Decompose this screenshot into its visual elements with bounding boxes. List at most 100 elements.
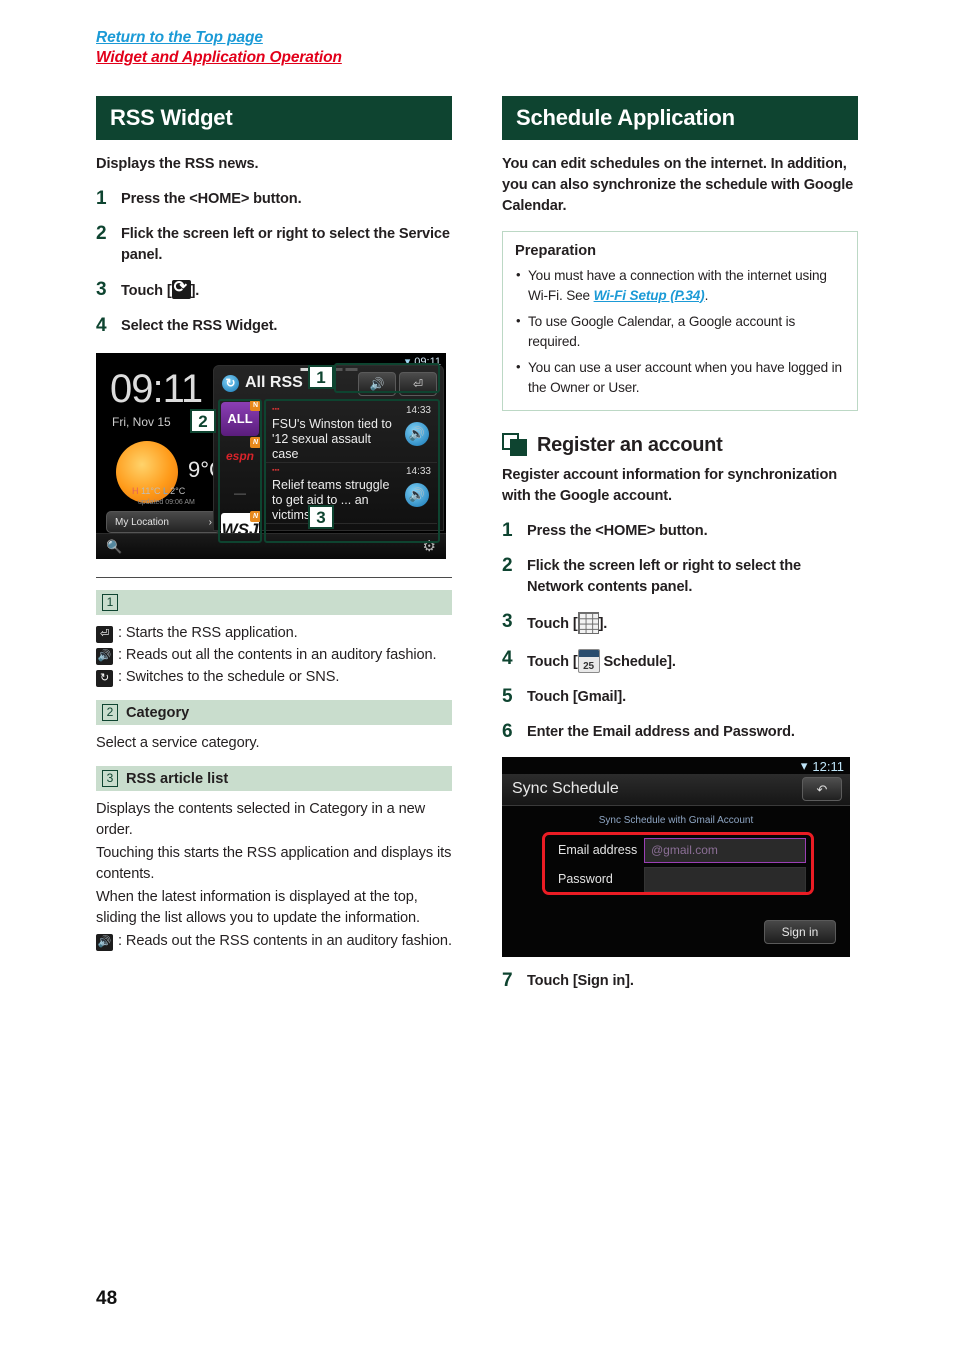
- rss-widget-lead: Displays the RSS news.: [96, 156, 259, 172]
- step-text-before: Touch [: [527, 616, 578, 632]
- step-text: Touch [].: [121, 277, 200, 302]
- step-number: 7: [502, 970, 513, 991]
- icon-description-text: : Reads out the RSS contents in an audit…: [118, 933, 452, 949]
- explanation-body-3: Displays the contents selected in Catego…: [96, 799, 452, 952]
- explanation-title: RSS article list: [126, 770, 229, 787]
- step-number: 6: [502, 721, 513, 742]
- icon-description-text: : Starts the RSS application.: [118, 625, 298, 641]
- rss-panel-title-label: All RSS: [245, 374, 303, 391]
- sync-icon: ↻: [96, 670, 113, 687]
- screen-title-bar: Sync Schedule ↶: [502, 774, 850, 806]
- explanation-body-1: ⏎ : Starts the RSS application. 🔊 : Read…: [96, 623, 452, 688]
- callout-box-1: [334, 363, 440, 393]
- register-step-5: 5 Touch [Gmail].: [502, 687, 858, 708]
- section-divider: [96, 577, 452, 578]
- device-date: Fri, Nov 15: [112, 415, 171, 429]
- icon-description-line: ↻ : Switches to the schedule or SNS.: [96, 667, 452, 688]
- schedule-application-section-header: Schedule Application: [502, 96, 858, 140]
- register-step-4: 4 Touch [ 25 Schedule].: [502, 649, 858, 673]
- step-text-after: ].: [190, 283, 200, 299]
- callout-number-3: 3: [308, 505, 334, 529]
- step-number: 3: [502, 611, 513, 632]
- widget-application-operation-link[interactable]: Widget and Application Operation: [96, 48, 342, 68]
- speaker-all-icon: 🔊: [96, 648, 113, 665]
- step-number: 3: [96, 279, 107, 300]
- explanation-number: 2: [102, 704, 118, 721]
- highlight-box-credentials: [542, 832, 814, 895]
- step-number: 1: [502, 520, 513, 541]
- rss-app-icon: ⏎: [96, 626, 113, 643]
- sync-icon: [171, 277, 191, 299]
- my-location-button[interactable]: My Location ›: [106, 511, 221, 533]
- explanation-paragraph: Select a service category.: [96, 735, 260, 751]
- step-number: 2: [96, 223, 107, 244]
- screen-subtitle: Sync Schedule with Gmail Account: [598, 815, 754, 826]
- step-1: 1 Press the <HOME> button.: [96, 189, 452, 210]
- map-search-icon[interactable]: 🔍: [106, 539, 122, 555]
- step-4: 4 Select the RSS Widget.: [96, 316, 452, 337]
- calendar-icon: 25: [577, 649, 600, 673]
- icon-description-line: ⏎ : Starts the RSS application.: [96, 623, 452, 644]
- step-text: Press the <HOME> button.: [121, 191, 302, 207]
- rss-widget-screenshot: ▾ 09:11 09:11 Fri, Nov 15 9°C H 11°C L 2…: [96, 353, 446, 559]
- schedule-application-lead: You can edit schedules on the internet. …: [502, 156, 854, 214]
- step-text: Flick the screen left or right to select…: [527, 558, 801, 595]
- preparation-box: Preparation You must have a connection w…: [502, 231, 858, 411]
- top-links: Return to the Top page Widget and Applic…: [96, 28, 342, 68]
- return-to-top-link[interactable]: Return to the Top page: [96, 28, 342, 48]
- step-text-before: Touch [: [121, 283, 172, 299]
- weather-updated: updated 09:06 AM: [138, 499, 195, 506]
- device-status-bar: ▾ 12:11: [801, 758, 844, 774]
- temp-low-label: L: [162, 486, 168, 496]
- status-time: 12:11: [812, 758, 844, 774]
- step-text: Flick the screen left or right to select…: [121, 226, 450, 263]
- register-step-3: 3 Touch [].: [502, 612, 858, 635]
- sign-in-button[interactable]: Sign in: [764, 920, 836, 944]
- icon-description-line: 🔊 : Reads out all the contents in an aud…: [96, 645, 452, 666]
- preparation-item: You can use a user account when you have…: [515, 357, 845, 397]
- sync-schedule-screenshot: ▾ 12:11 Sync Schedule ↶ Sync Schedule wi…: [502, 757, 850, 957]
- screen-title: Sync Schedule: [512, 780, 619, 797]
- step-text: Touch [].: [527, 612, 607, 635]
- step-number: 4: [96, 315, 107, 336]
- step-text: Select the RSS Widget.: [121, 318, 278, 334]
- step-text-after: ].: [598, 616, 608, 632]
- callout-box-3: [264, 399, 440, 543]
- left-column: RSS Widget Displays the RSS news. 1 Pres…: [96, 96, 452, 953]
- step-2: 2 Flick the screen left or right to sele…: [96, 224, 452, 266]
- explanation-paragraph: Displays the contents selected in Catego…: [96, 801, 426, 838]
- back-arrow-icon[interactable]: ↶: [802, 777, 842, 801]
- two-squares-icon: [502, 433, 528, 457]
- step-text: Enter the Email address and Password.: [527, 724, 795, 740]
- step-number: 2: [502, 555, 513, 576]
- preparation-item: You must have a connection with the inte…: [515, 265, 845, 305]
- chevron-right-icon: ›: [208, 516, 212, 528]
- callout-number-1: 1: [308, 365, 334, 389]
- speaker-icon: 🔊: [96, 934, 113, 951]
- rss-panel-title: ↻ All RSS: [222, 374, 303, 392]
- my-location-label: My Location: [115, 516, 169, 528]
- weather-hi-lo: H 11°C L 2°C: [132, 486, 185, 496]
- register-step-1: 1 Press the <HOME> button.: [502, 521, 858, 542]
- preparation-title: Preparation: [515, 243, 597, 259]
- step-3: 3 Touch [].: [96, 277, 452, 302]
- preparation-list: You must have a connection with the inte…: [515, 265, 845, 397]
- right-column: Schedule Application You can edit schedu…: [502, 96, 858, 992]
- sync-icon: ↻: [222, 374, 239, 392]
- temp-high-label: H: [132, 486, 139, 496]
- device-clock: 09:11: [110, 367, 203, 411]
- register-account-lead: Register account information for synchro…: [502, 467, 837, 504]
- explanation-paragraph: When the latest information is displayed…: [96, 889, 420, 926]
- explanation-number: 1: [102, 594, 118, 611]
- step-text-after: Schedule].: [599, 654, 676, 670]
- temp-high: 11°C: [141, 486, 161, 496]
- manual-page: Return to the Top page Widget and Applic…: [0, 0, 954, 1354]
- icon-description-text: : Reads out all the contents in an audit…: [118, 647, 437, 663]
- wifi-setup-link[interactable]: Wi-Fi Setup (P.34): [594, 288, 705, 303]
- temp-low: 2°C: [170, 486, 186, 496]
- explanation-body-2: Select a service category.: [96, 733, 452, 754]
- icon-description-text: : Switches to the schedule or SNS.: [118, 669, 340, 685]
- step-number: 5: [502, 686, 513, 707]
- icon-description-line: 🔊 : Reads out the RSS contents in an aud…: [96, 931, 452, 952]
- step-text: Touch [Sign in].: [527, 973, 634, 989]
